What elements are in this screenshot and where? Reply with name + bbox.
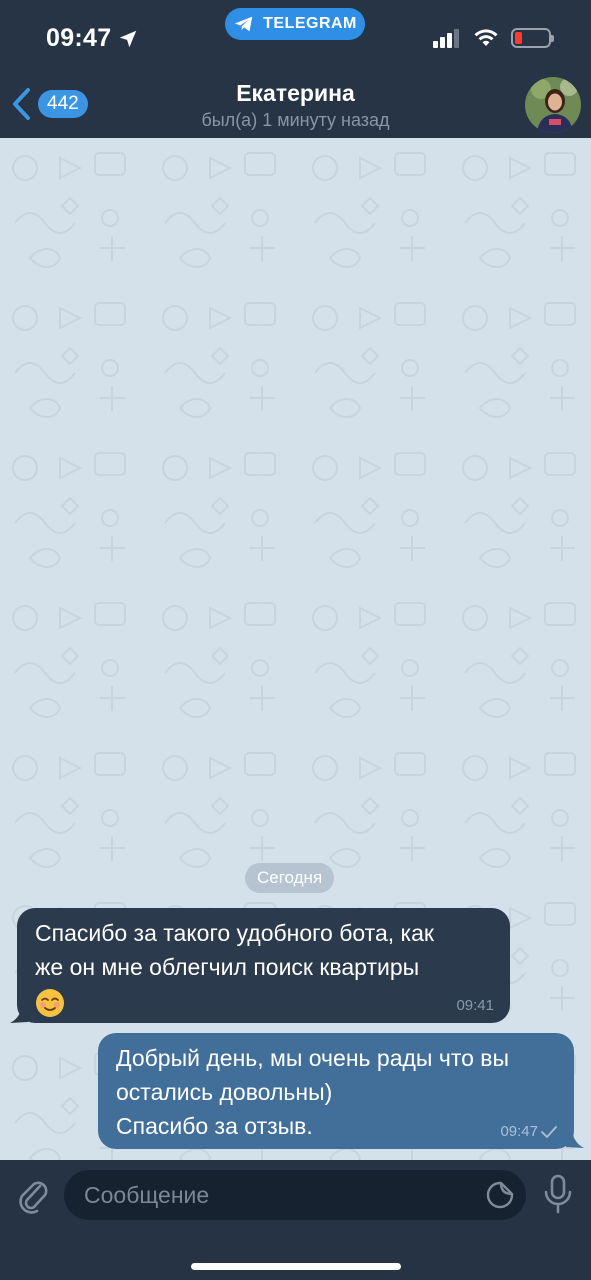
avatar-photo [525, 77, 581, 133]
sticker-icon[interactable] [486, 1181, 514, 1209]
telegram-plane-icon [234, 16, 253, 32]
message-line: же он мне облегчил поиск квартиры [35, 954, 420, 980]
avatar[interactable] [525, 77, 581, 133]
battery-icon [511, 28, 554, 48]
message-time: 09:41 [456, 997, 494, 1014]
message-line: остались довольны) [116, 1079, 333, 1105]
smiling-face-emoji-icon [36, 988, 64, 1017]
message-time-status: 09:47 [500, 1123, 558, 1141]
outgoing-bubble-tail [566, 1131, 584, 1148]
message-line: Спасибо за отзыв. [116, 1113, 313, 1139]
input-bar: Сообщение [0, 1160, 591, 1280]
message-input-placeholder: Сообщение [84, 1182, 210, 1208]
location-arrow-icon [120, 30, 137, 47]
message-line: Добрый день, мы очень рады что вы [116, 1045, 510, 1071]
incoming-bubble-tail [10, 1006, 28, 1023]
incoming-message[interactable]: Спасибо за такого удобного бота, как же … [17, 908, 510, 1023]
microphone-icon[interactable] [543, 1174, 573, 1216]
message-emoji-line [35, 984, 494, 1018]
status-icons [433, 28, 554, 48]
last-seen-status: был(а) 1 минуту назад [201, 110, 390, 130]
telegram-pill-label: TELEGRAM [263, 15, 357, 32]
outgoing-message[interactable]: Добрый день, мы очень рады что вы остали… [98, 1033, 574, 1149]
message-time: 09:47 [500, 1123, 538, 1140]
message-line: Спасибо за такого удобного бота, как [35, 920, 434, 946]
message-input[interactable]: Сообщение [64, 1170, 526, 1220]
status-time-text: 09:47 [46, 24, 112, 52]
top-bar: 09:47 TELEGRAM 442 Екатерина был(а) 1 ми… [0, 0, 591, 138]
wifi-icon [474, 29, 498, 46]
date-separator: Сегодня [245, 863, 335, 893]
telegram-pill[interactable]: TELEGRAM [225, 8, 365, 40]
home-indicator[interactable] [191, 1263, 401, 1270]
paperclip-icon[interactable] [16, 1174, 50, 1214]
battery-level [515, 32, 522, 44]
status-time: 09:47 [46, 24, 139, 53]
cellular-signal-icon [433, 29, 459, 48]
read-check-icon [541, 1126, 557, 1138]
chat-title[interactable]: Екатерина [0, 80, 591, 107]
